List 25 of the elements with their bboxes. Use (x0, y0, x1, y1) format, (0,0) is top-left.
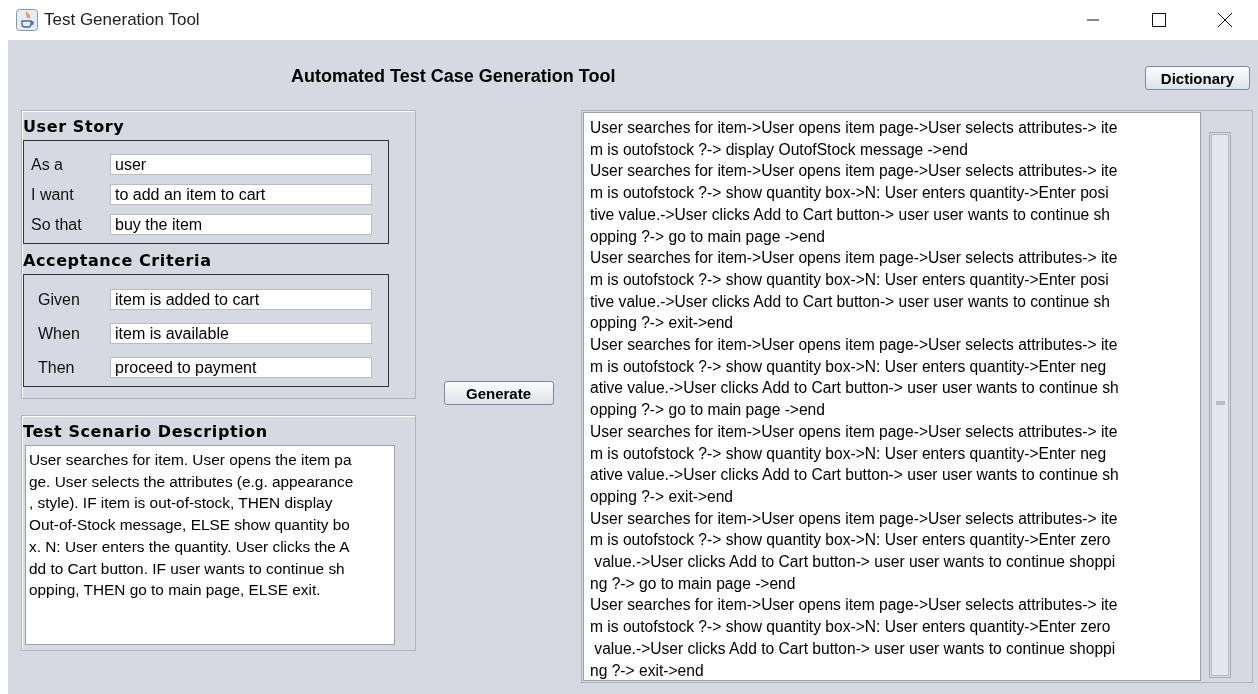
window-title: Test Generation Tool (44, 10, 201, 30)
section-title: Acceptance Criteria (23, 250, 213, 272)
field-label: When (38, 324, 81, 343)
text-field[interactable]: to add an item to cart (110, 184, 372, 205)
field-label: As a (31, 155, 64, 174)
close-icon (1218, 13, 1232, 27)
section-title: User Story (23, 116, 126, 138)
scrollbar[interactable] (1209, 132, 1231, 678)
generate-button[interactable]: Generate (443, 381, 554, 405)
text-field[interactable]: buy the item (110, 214, 372, 235)
maximize-icon (1152, 13, 1166, 27)
output-text-area[interactable]: User searches for item->User opens item page->User selects attributes-> ite m is outofstock ?-> display OutofStock message ->end User searches for item->User opens item page->User selects attributes-> ite m is outofstock ?-> show quantity box->N: User enters quantity->Enter posi tive value.->User clicks Add to Cart button-> user user wants to continue sh opping ?-> go to main page ->end User searches for item->User opens item page->User selects attributes-> ite m is outofstock ?-> show quantity box->N: User enters quantity->Enter posi tive value.->User clicks Add to Cart button-> user user wants to continue sh opping ?-> exit->end User searches for item->User opens item page->User selects attributes-> ite m is outofstock ?-> show quantity box->N: User enters quantity->Enter neg ative value.->User clicks Add to Cart button-> user user wants to continue sh opping ?-> go to main page ->end User searches for item->User opens item page->User selects attributes-> ite m is outofstock ?-> show quantity box->N: User enters quantity->Enter neg ative value.->User clicks Add to Cart button-> user user wants to continue sh opping ?-> exit->end User searches for item->User opens item page->User selects attributes-> ite m is outofstock ?-> show quantity box->N: User enters quantity->Enter zero value.->User clicks Add to Cart button-> user user wants to continue shoppi ng ?-> go to main page ->end User searches for item->User opens item page->User selects attributes-> ite m is outofstock ?-> show quantity box->N: User enters quantity->Enter zero value.->User clicks Add to Cart button-> user user wants to continue shoppi ng ?-> exit->end (583, 112, 1201, 681)
text-field[interactable]: proceed to payment (110, 357, 372, 378)
field-label: Given (38, 290, 81, 309)
app-heading: Automated Test Case Generation Tool (291, 65, 616, 87)
java-cup-icon (16, 9, 38, 31)
dictionary-button[interactable]: Dictionary (1145, 66, 1250, 90)
field-label: Then (38, 358, 76, 377)
field-label: I want (31, 185, 75, 204)
text-field[interactable]: item is available (110, 323, 372, 344)
section-title: Test Scenario Description (23, 421, 269, 443)
description-text-area[interactable]: User searches for item. User opens the item pa ge. User selects the attributes (e.g. appearance , style). IF item is out-of-stock, THEN display Out-of-Stock message, ELSE show quantity bo x. N: User enters the quantity. User clicks the A dd to Cart button. IF user wants to continue sh opping, THEN go to main page, ELSE exit. (25, 445, 395, 645)
text-field[interactable]: item is added to cart (110, 289, 372, 310)
field-label: So that (31, 215, 83, 234)
text-field[interactable]: user (110, 154, 372, 175)
